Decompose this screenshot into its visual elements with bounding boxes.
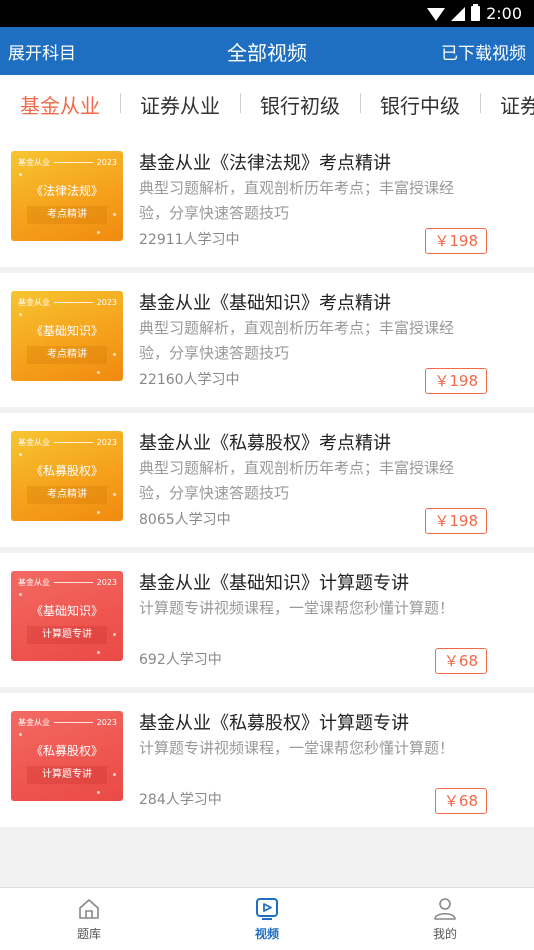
course-item[interactable]: 基金从业 2023 《私募股权》 考点精讲 基金从业《私募股权》考点精讲 典型习题… (0, 413, 534, 547)
signal-icon (451, 6, 466, 21)
course-description: 计算题专讲视频课程，一堂课帮您秒懂计算题！ (139, 599, 455, 617)
thumb-subject: 《私募股权》 (30, 744, 103, 758)
downloaded-videos-button[interactable]: 已下载视频 (441, 39, 526, 64)
thumb-brand: 基金从业 (18, 578, 50, 587)
learner-count: 22911人学习中 (139, 232, 240, 248)
home-icon (79, 899, 99, 919)
course-list: 基金从业 2023 《法律法规》 考点精讲 基金从业《法律法规》考点精讲 典型习题… (0, 133, 534, 833)
bottom-nav-label: 题库 (76, 927, 101, 941)
price-badge: ￥198 (425, 368, 487, 394)
course-thumbnail: 基金从业 2023 《私募股权》 考点精讲 (11, 431, 123, 521)
learner-count: 8065人学习中 (139, 512, 231, 528)
user-icon (434, 898, 456, 920)
wifi-icon (427, 8, 446, 21)
expand-subjects-button[interactable]: 展开科目 (8, 39, 76, 64)
learner-count: 692人学习中 (139, 652, 222, 668)
thumb-subject: 《法律法规》 (30, 184, 103, 198)
learner-count: 22160人学习中 (139, 372, 240, 388)
thumb-year: 2023 (96, 438, 117, 447)
course-description: 计算题专讲视频课程，一堂课帮您秒懂计算题！ (139, 739, 455, 757)
thumb-brand: 基金从业 (18, 718, 50, 727)
price-badge: ￥68 (434, 788, 487, 814)
learner-count: 284人学习中 (139, 792, 222, 808)
tab-yinhang-zhongji[interactable]: 银行中级 (360, 90, 480, 119)
course-title: 基金从业《法律法规》考点精讲 (139, 153, 391, 174)
thumb-subject: 《基础知识》 (30, 604, 103, 618)
bottom-nav-profile[interactable]: 我的 (356, 888, 534, 950)
course-thumbnail: 基金从业 2023 《基础知识》 计算题专讲 (11, 571, 123, 661)
tab-jijin[interactable]: 基金从业 (0, 90, 120, 119)
course-item[interactable]: 基金从业 2023 《法律法规》 考点精讲 基金从业《法律法规》考点精讲 典型习题… (0, 133, 534, 267)
course-item[interactable]: 基金从业 2023 《基础知识》 计算题专讲 基金从业《基础知识》计算题专讲 计算… (0, 553, 534, 687)
status-bar: 2:00 (0, 0, 534, 27)
thumb-brand: 基金从业 (18, 438, 50, 447)
course-title: 基金从业《基础知识》计算题专讲 (139, 573, 409, 594)
price-badge: ￥198 (425, 508, 487, 534)
tab-zhengquan[interactable]: 证券从业 (120, 90, 240, 119)
course-thumbnail: 基金从业 2023 《法律法规》 考点精讲 (11, 151, 123, 241)
battery-icon (471, 4, 481, 21)
thumb-subject: 《私募股权》 (30, 464, 103, 478)
thumb-year: 2023 (96, 578, 117, 587)
top-nav-bar: 展开科目 全部视频 已下载视频 (0, 27, 534, 75)
course-description: 典型习题解析，直观剖析历年考点；丰富授课经验，分享快速答题技巧 (139, 179, 455, 222)
thumb-band: 计算题专讲 (27, 766, 107, 784)
price-badge: ￥68 (434, 648, 487, 674)
course-item[interactable]: 基金从业 2023 《基础知识》 考点精讲 基金从业《基础知识》考点精讲 典型习题… (0, 273, 534, 407)
bottom-nav-question-bank[interactable]: 题库 (0, 888, 178, 950)
bottom-nav-label: 视频 (254, 927, 279, 941)
thumb-band: 计算题专讲 (27, 626, 107, 644)
thumb-band: 考点精讲 (27, 486, 107, 504)
course-title: 基金从业《私募股权》考点精讲 (139, 433, 391, 454)
course-item[interactable]: 基金从业 2023 《私募股权》 计算题专讲 基金从业《私募股权》计算题专讲 计算… (0, 693, 534, 827)
thumb-brand: 基金从业 (18, 158, 50, 167)
thumb-year: 2023 (96, 158, 117, 167)
status-time: 2:00 (486, 4, 522, 23)
thumb-subject: 《基础知识》 (30, 324, 103, 338)
thumb-year: 2023 (96, 298, 117, 307)
thumb-band: 考点精讲 (27, 346, 107, 364)
course-description: 典型习题解析，直观剖析历年考点；丰富授课经验，分享快速答题技巧 (139, 319, 455, 362)
tab-zhengquan-more[interactable]: 证券 (480, 90, 534, 119)
course-thumbnail: 基金从业 2023 《基础知识》 考点精讲 (11, 291, 123, 381)
tab-yinhang-chuji[interactable]: 银行初级 (240, 90, 360, 119)
course-title: 基金从业《私募股权》计算题专讲 (139, 713, 409, 734)
bottom-nav: 题库 视频 我的 (0, 887, 534, 950)
course-description: 典型习题解析，直观剖析历年考点；丰富授课经验，分享快速答题技巧 (139, 459, 455, 502)
price-badge: ￥198 (425, 228, 487, 254)
course-thumbnail: 基金从业 2023 《私募股权》 计算题专讲 (11, 711, 123, 801)
video-icon (256, 898, 278, 920)
thumb-brand: 基金从业 (18, 298, 50, 307)
bottom-nav-label: 我的 (432, 927, 457, 941)
thumb-band: 考点精讲 (27, 206, 107, 224)
subject-tabs: 基金从业 证券从业 银行初级 银行中级 证券 (0, 75, 534, 133)
thumb-year: 2023 (96, 718, 117, 727)
course-title: 基金从业《基础知识》考点精讲 (139, 293, 391, 314)
bottom-nav-video[interactable]: 视频 (178, 888, 356, 950)
